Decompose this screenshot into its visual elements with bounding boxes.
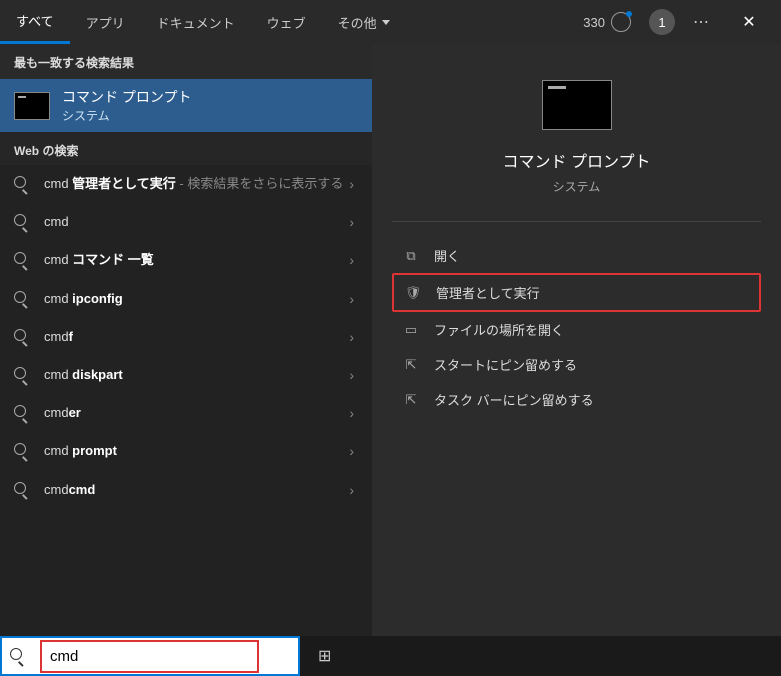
- action-open-location[interactable]: ▭ ファイルの場所を開く: [392, 312, 761, 347]
- tab-all[interactable]: すべて: [0, 0, 70, 44]
- tab-web[interactable]: ウェブ: [251, 0, 322, 44]
- best-match-subtitle: システム: [62, 107, 191, 124]
- action-open-location-label: ファイルの場所を開く: [434, 320, 564, 339]
- tab-documents[interactable]: ドキュメント: [141, 0, 251, 44]
- pin-icon: ⇱: [402, 392, 420, 408]
- result-text: cmd diskpart: [44, 366, 345, 384]
- taskbar: ⊞: [0, 636, 781, 676]
- search-icon: [10, 648, 26, 664]
- search-icon: [14, 482, 30, 498]
- web-result-item[interactable]: cmdcmd›: [0, 471, 372, 509]
- web-results-list: cmd 管理者として実行 - 検索結果をさらに表示する›cmd›cmd コマンド…: [0, 165, 372, 509]
- search-tabs: すべて アプリ ドキュメント ウェブ その他: [0, 0, 575, 44]
- main-content: 最も一致する検索結果 コマンド プロンプト システム Web の検索 cmd 管…: [0, 44, 781, 636]
- actions-list: ⧉ 開く 🛡 管理者として実行 ▭ ファイルの場所を開く ⇱ スタートにピン留め…: [372, 222, 781, 433]
- result-text: cmd コマンド 一覧: [44, 251, 345, 269]
- chevron-right-icon[interactable]: ›: [345, 482, 358, 498]
- search-icon: [14, 291, 30, 307]
- best-match-item[interactable]: コマンド プロンプト システム: [0, 79, 372, 132]
- app-preview: コマンド プロンプト システム: [372, 64, 781, 221]
- chevron-right-icon[interactable]: ›: [345, 214, 358, 230]
- search-icon: [14, 329, 30, 345]
- web-result-item[interactable]: cmd 管理者として実行 - 検索結果をさらに表示する›: [0, 165, 372, 203]
- admin-icon: 🛡: [404, 285, 422, 301]
- cmd-app-icon-large: [542, 80, 612, 130]
- web-result-item[interactable]: cmd›: [0, 203, 372, 241]
- search-input-highlight: [40, 640, 259, 673]
- tab-more[interactable]: その他: [322, 0, 406, 44]
- web-result-item[interactable]: cmd prompt›: [0, 432, 372, 470]
- action-pin-start[interactable]: ⇱ スタートにピン留めする: [392, 347, 761, 382]
- best-match-title: コマンド プロンプト: [62, 87, 191, 107]
- result-text: cmder: [44, 404, 345, 422]
- rewards-points[interactable]: 330: [575, 8, 639, 36]
- open-icon: ⧉: [402, 248, 420, 264]
- taskbar-rest: ⊞: [300, 636, 781, 676]
- user-badge[interactable]: 1: [649, 9, 675, 35]
- chevron-right-icon[interactable]: ›: [345, 291, 358, 307]
- web-result-item[interactable]: cmd コマンド 一覧›: [0, 241, 372, 279]
- more-options-icon[interactable]: ⋯: [685, 8, 717, 36]
- app-subtitle: システム: [553, 178, 601, 195]
- search-icon: [14, 176, 30, 192]
- result-text: cmdcmd: [44, 481, 345, 499]
- pin-icon: ⇱: [402, 357, 420, 373]
- result-text: cmdf: [44, 328, 345, 346]
- cmd-app-icon: [14, 92, 50, 120]
- best-match-header: 最も一致する検索結果: [0, 44, 372, 79]
- action-run-admin-label: 管理者として実行: [436, 283, 540, 302]
- close-button[interactable]: ✕: [727, 0, 771, 44]
- search-icon: [14, 252, 30, 268]
- result-text: cmd ipconfig: [44, 290, 345, 308]
- result-text: cmd: [44, 213, 345, 231]
- web-result-item[interactable]: cmdf›: [0, 318, 372, 356]
- header-right: 330 1 ⋯ ✕: [575, 0, 781, 44]
- points-value: 330: [583, 15, 605, 30]
- results-panel: 最も一致する検索結果 コマンド プロンプト システム Web の検索 cmd 管…: [0, 44, 372, 636]
- action-pin-taskbar[interactable]: ⇱ タスク バーにピン留めする: [392, 382, 761, 417]
- folder-icon: ▭: [402, 322, 420, 338]
- chevron-right-icon[interactable]: ›: [345, 252, 358, 268]
- web-results-header: Web の検索: [0, 132, 372, 165]
- chevron-right-icon[interactable]: ›: [345, 405, 358, 421]
- action-run-as-admin[interactable]: 🛡 管理者として実行: [392, 273, 761, 312]
- chevron-right-icon[interactable]: ›: [345, 443, 358, 459]
- chevron-right-icon[interactable]: ›: [345, 367, 358, 383]
- task-view-icon[interactable]: ⊞: [318, 646, 331, 666]
- action-pin-taskbar-label: タスク バーにピン留めする: [434, 390, 594, 409]
- web-result-item[interactable]: cmder›: [0, 394, 372, 432]
- action-open-label: 開く: [434, 246, 460, 265]
- chevron-right-icon[interactable]: ›: [345, 329, 358, 345]
- result-text: cmd 管理者として実行 - 検索結果をさらに表示する: [44, 175, 345, 193]
- header-bar: すべて アプリ ドキュメント ウェブ その他 330 1 ⋯ ✕: [0, 0, 781, 44]
- search-icon: [14, 443, 30, 459]
- search-icon: [14, 367, 30, 383]
- search-icon: [14, 405, 30, 421]
- action-open[interactable]: ⧉ 開く: [392, 238, 761, 273]
- action-pin-start-label: スタートにピン留めする: [434, 355, 577, 374]
- search-icon: [14, 214, 30, 230]
- search-input[interactable]: [46, 644, 253, 669]
- tab-apps[interactable]: アプリ: [70, 0, 141, 44]
- web-result-item[interactable]: cmd diskpart›: [0, 356, 372, 394]
- app-title: コマンド プロンプト: [503, 148, 651, 172]
- web-result-item[interactable]: cmd ipconfig›: [0, 280, 372, 318]
- rewards-icon: [611, 12, 631, 32]
- chevron-right-icon[interactable]: ›: [345, 176, 358, 192]
- result-text: cmd prompt: [44, 442, 345, 460]
- preview-panel: コマンド プロンプト システム ⧉ 開く 🛡 管理者として実行 ▭ ファイルの場…: [372, 44, 781, 636]
- search-box[interactable]: [0, 636, 300, 676]
- best-match-text: コマンド プロンプト システム: [62, 87, 191, 124]
